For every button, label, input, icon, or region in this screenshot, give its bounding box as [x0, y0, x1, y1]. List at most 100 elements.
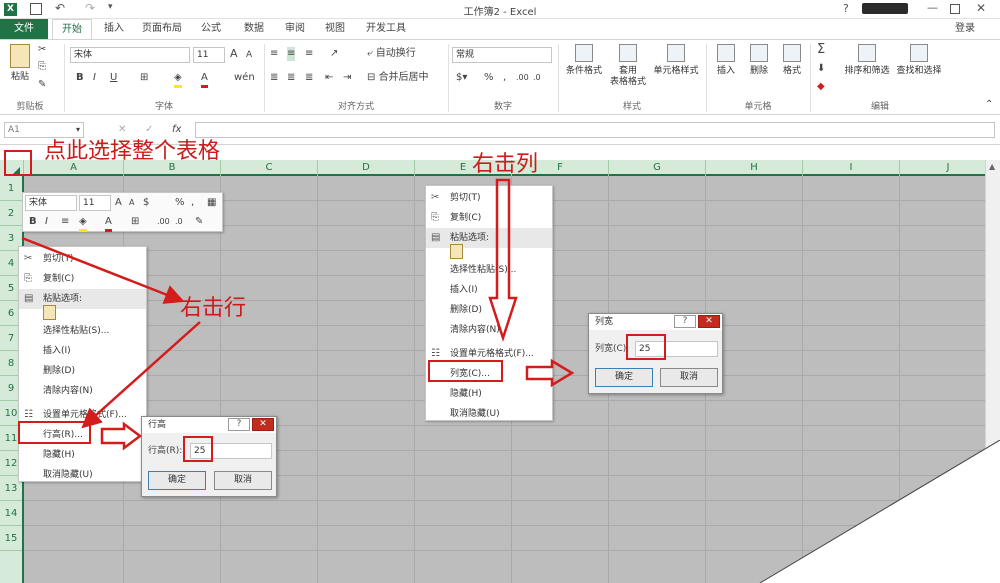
- col-menu-item-9[interactable]: 隐藏(H): [426, 384, 552, 404]
- percent-button[interactable]: %: [484, 71, 494, 85]
- font-color-icon[interactable]: A: [201, 71, 208, 88]
- save-icon[interactable]: [30, 3, 42, 15]
- row-header-1[interactable]: 1: [0, 176, 22, 201]
- copy-icon[interactable]: ⎘: [38, 60, 46, 74]
- column-width-cancel-button[interactable]: 取消: [660, 368, 718, 387]
- tab-insert[interactable]: 插入: [94, 19, 134, 39]
- font-name-select[interactable]: 宋体: [70, 47, 190, 63]
- column-header-g[interactable]: G: [609, 160, 706, 176]
- row-height-help-button[interactable]: ?: [228, 418, 250, 431]
- paste-clipboard-icon[interactable]: [43, 305, 56, 320]
- insert-cells-button[interactable]: 插入: [710, 44, 742, 77]
- name-box[interactable]: A1: [4, 122, 84, 138]
- clear-icon[interactable]: ◆: [817, 80, 825, 94]
- mini-grow-font-icon[interactable]: A: [115, 196, 122, 210]
- align-left-icon[interactable]: ≣: [270, 71, 278, 85]
- mini-currency-icon[interactable]: $: [143, 196, 149, 210]
- align-top-icon[interactable]: ≡: [270, 47, 278, 61]
- delete-cells-button[interactable]: 删除: [743, 44, 775, 77]
- shrink-font-icon[interactable]: A: [246, 48, 252, 62]
- merge-center-button[interactable]: ⊟ 合并后居中: [367, 71, 429, 85]
- column-header-c[interactable]: C: [221, 160, 318, 176]
- row-height-ok-button[interactable]: 确定: [148, 471, 206, 490]
- row-header-2[interactable]: 2: [0, 201, 22, 226]
- name-box-dropdown-icon[interactable]: ▾: [76, 123, 80, 137]
- tab-developer[interactable]: 开发工具: [360, 19, 412, 39]
- row-menu-item-5[interactable]: 删除(D): [19, 361, 146, 381]
- row-menu-item-1[interactable]: ⎘ 复制(C): [19, 269, 146, 289]
- font-size-select[interactable]: 11: [193, 47, 225, 63]
- paste-clipboard-icon[interactable]: [450, 244, 463, 259]
- row-header-14[interactable]: 14: [0, 501, 22, 526]
- row-header-15[interactable]: 15: [0, 526, 22, 551]
- italic-button[interactable]: I: [93, 71, 96, 85]
- mini-format-painter-icon[interactable]: ✎: [195, 215, 203, 229]
- bold-button[interactable]: B: [76, 71, 84, 85]
- collapse-ribbon-icon[interactable]: ⌃: [985, 98, 993, 112]
- mini-font-color-icon[interactable]: A: [105, 215, 112, 232]
- tab-view[interactable]: 视图: [317, 19, 353, 39]
- align-center-icon[interactable]: ≣: [287, 71, 295, 85]
- conditional-format-button[interactable]: 条件格式: [563, 44, 605, 77]
- row-menu-item-10[interactable]: 取消隐藏(U): [19, 465, 146, 485]
- column-header-i[interactable]: I: [803, 160, 900, 176]
- mini-italic-button[interactable]: I: [45, 215, 48, 229]
- column-header-j[interactable]: J: [900, 160, 997, 176]
- undo-icon[interactable]: ↶: [55, 1, 65, 15]
- ribbon-display-icon[interactable]: [862, 3, 908, 14]
- column-width-ok-button[interactable]: 确定: [595, 368, 653, 387]
- row-menu-item-0[interactable]: ✂ 剪切(T): [19, 249, 146, 269]
- increase-decimal-icon[interactable]: .00: [516, 71, 529, 85]
- mini-percent-button[interactable]: %: [175, 196, 185, 210]
- tab-review[interactable]: 审阅: [277, 19, 313, 39]
- close-icon[interactable]: ✕: [976, 1, 986, 15]
- formula-enter-icon[interactable]: ✓: [145, 123, 153, 137]
- column-header-h[interactable]: H: [706, 160, 803, 176]
- col-menu-item-10[interactable]: 取消隐藏(U): [426, 404, 552, 424]
- tab-home[interactable]: 开始: [52, 19, 92, 40]
- fill-color-icon[interactable]: ◈: [174, 71, 182, 88]
- decrease-indent-icon[interactable]: ⇤: [325, 71, 333, 85]
- paste-button[interactable]: 粘贴: [6, 44, 34, 83]
- mini-align-button[interactable]: ≡: [61, 215, 69, 229]
- comma-button[interactable]: ,: [503, 71, 506, 85]
- row-menu-item-4[interactable]: 插入(I): [19, 341, 146, 361]
- insert-function-icon[interactable]: fx: [172, 123, 181, 137]
- col-menu-item-3[interactable]: 选择性粘贴(S)...: [426, 260, 552, 280]
- col-menu-item-4[interactable]: 插入(I): [426, 280, 552, 300]
- mini-format-cells-icon[interactable]: ▦: [207, 196, 216, 210]
- decrease-decimal-icon[interactable]: .0: [533, 71, 541, 85]
- column-width-close-button[interactable]: ✕: [698, 315, 720, 328]
- mini-font-select[interactable]: 宋体: [25, 195, 77, 211]
- row-menu-item-3[interactable]: 选择性粘贴(S)...: [19, 321, 146, 341]
- underline-button[interactable]: U: [110, 71, 117, 85]
- col-menu-item-5[interactable]: 删除(D): [426, 300, 552, 320]
- wrap-text-button[interactable]: ⤶ 自动换行: [367, 47, 416, 61]
- increase-indent-icon[interactable]: ⇥: [343, 71, 351, 85]
- mini-decrease-decimal-icon[interactable]: .0: [175, 215, 183, 229]
- borders-icon[interactable]: ⊞: [140, 71, 148, 85]
- col-menu-item-6[interactable]: 清除内容(N): [426, 320, 552, 340]
- cell-styles-button[interactable]: 单元格样式: [650, 44, 702, 77]
- row-height-cancel-button[interactable]: 取消: [214, 471, 272, 490]
- column-width-help-button[interactable]: ?: [674, 315, 696, 328]
- row-menu-item-9[interactable]: 隐藏(H): [19, 445, 146, 465]
- scroll-up-icon[interactable]: ▲: [989, 162, 995, 171]
- mini-shrink-font-icon[interactable]: A: [129, 196, 134, 210]
- align-middle-icon[interactable]: ≡: [287, 47, 296, 61]
- row-menu-item-6[interactable]: 清除内容(N): [19, 381, 146, 401]
- mini-size-select[interactable]: 11: [79, 195, 111, 211]
- format-cells-button[interactable]: 格式: [776, 44, 808, 77]
- sort-filter-button[interactable]: 排序和筛选: [840, 44, 894, 77]
- mini-increase-decimal-icon[interactable]: .00: [157, 215, 170, 229]
- login-link[interactable]: 登录: [950, 19, 980, 39]
- formula-cancel-icon[interactable]: ✕: [118, 123, 126, 137]
- maximize-icon[interactable]: [950, 4, 960, 14]
- tab-file[interactable]: 文件: [0, 19, 48, 39]
- tab-page-layout[interactable]: 页面布局: [137, 19, 187, 39]
- cut-icon[interactable]: ✂: [38, 43, 46, 57]
- mini-bold-button[interactable]: B: [29, 215, 37, 229]
- mini-fill-color-icon[interactable]: ◈: [79, 215, 87, 232]
- autosum-icon[interactable]: Σ: [817, 43, 825, 57]
- fill-icon[interactable]: ⬇: [817, 62, 825, 76]
